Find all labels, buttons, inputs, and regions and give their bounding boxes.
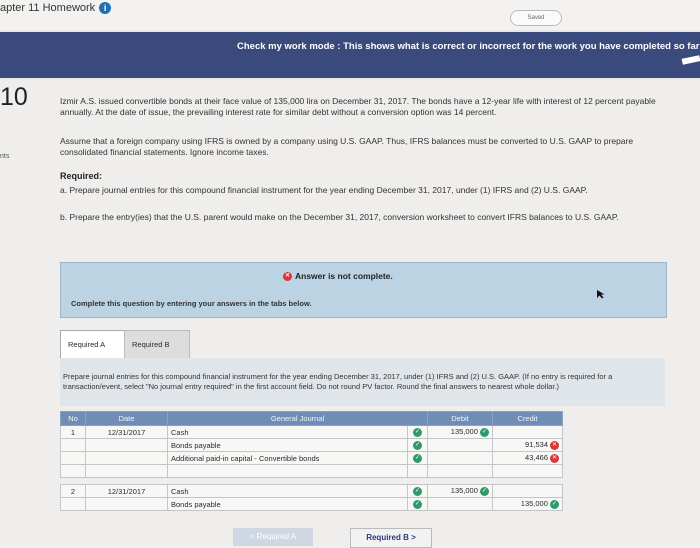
credit-cell[interactable] (492, 425, 563, 439)
arrow-icon (681, 55, 700, 65)
table-row (60, 464, 563, 478)
question-number: 10 (0, 83, 28, 111)
date-cell[interactable] (85, 497, 168, 511)
account-cell[interactable]: Cash (167, 484, 408, 498)
check-icon: ✓ (550, 499, 559, 509)
check-icon: ✓ (413, 486, 422, 496)
tab-required-b[interactable]: Required B (124, 330, 190, 360)
entry-number (60, 451, 86, 465)
info-icon[interactable]: i (99, 2, 112, 14)
check-icon: ✓ (480, 427, 489, 437)
account-cell[interactable]: Bonds payable (167, 438, 408, 452)
entry-number: 2 (60, 484, 86, 498)
instructions-box: Prepare journal entries for this compoun… (60, 358, 665, 406)
header-date: Date (85, 411, 168, 426)
debit-cell[interactable] (427, 438, 493, 452)
table-row: Bonds payable ✓ 91,534 ✕ (60, 438, 563, 452)
date-cell[interactable]: 12/31/2017 (85, 484, 168, 498)
credit-cell[interactable]: 135,000 ✓ (492, 497, 563, 511)
debit-cell[interactable] (427, 497, 493, 511)
check-icon: ✓ (413, 453, 422, 463)
x-circle-icon: ✕ (550, 440, 559, 450)
complete-message: Complete this question by entering your … (71, 299, 312, 308)
header-no: No (60, 411, 86, 426)
x-circle-icon: ✕ (550, 453, 559, 463)
next-required-b-button[interactable]: Required B > (350, 528, 432, 548)
account-cell[interactable]: Additional paid-in capital - Convertible… (167, 451, 408, 465)
date-cell[interactable] (85, 451, 168, 465)
requirement-a: a. Prepare journal entries for this comp… (60, 185, 588, 195)
header-debit: Debit (427, 411, 493, 426)
required-heading: Required: (60, 171, 103, 181)
answer-status: ✕ Answer is not complete. (283, 271, 393, 282)
instructions-text: Prepare journal entries for this compoun… (63, 372, 613, 391)
tab-required-a[interactable]: Required A (60, 330, 126, 359)
table-row: Additional paid-in capital - Convertible… (60, 451, 563, 465)
table-row: 1 12/31/2017 Cash ✓ 135,000 ✓ (60, 425, 563, 439)
question-paragraph-1: Izmir A.S. issued convertible bonds at t… (60, 96, 656, 117)
debit-cell[interactable]: 135,000 ✓ (427, 484, 493, 498)
requirement-b: b. Prepare the entry(ies) that the U.S. … (60, 212, 619, 222)
check-icon: ✓ (413, 427, 422, 437)
question-paragraph-2: Assume that a foreign company using IFRS… (60, 136, 634, 157)
entry-number (60, 438, 86, 452)
assignment-title: apter 11 Homework i (0, 2, 112, 14)
header-credit: Credit (492, 411, 563, 426)
prev-required-a-button[interactable]: < Required A (233, 528, 313, 546)
journal-table: No Date General Journal Debit Credit 1 1… (60, 411, 563, 511)
check-icon: ✓ (413, 440, 422, 450)
check-icon: ✓ (413, 499, 422, 509)
check-mode-text: Check my work mode : This shows what is … (237, 41, 700, 52)
answer-tabs: Required A Required B (60, 330, 190, 360)
account-cell[interactable]: Bonds payable (167, 497, 408, 511)
x-circle-icon: ✕ (283, 272, 292, 282)
journal-header-row: No Date General Journal Debit Credit (60, 411, 563, 426)
credit-cell[interactable]: 91,534 ✕ (492, 438, 563, 452)
header-general-journal: General Journal (167, 411, 428, 426)
check-icon: ✓ (480, 486, 489, 496)
table-row: 2 12/31/2017 Cash ✓ 135,000 ✓ (60, 484, 563, 498)
entry-number (60, 497, 86, 511)
saved-badge: Saved (510, 10, 562, 26)
date-cell[interactable] (85, 438, 168, 452)
debit-cell[interactable] (427, 451, 493, 465)
entry-number: 1 (60, 425, 86, 439)
debit-cell[interactable]: 135,000 ✓ (427, 425, 493, 439)
top-bar: apter 11 Homework i Saved (0, 0, 700, 30)
account-cell[interactable]: Cash (167, 425, 408, 439)
points-label: nts (0, 153, 10, 160)
date-cell[interactable]: 12/31/2017 (85, 425, 168, 439)
mouse-cursor-icon (597, 290, 605, 299)
credit-cell[interactable] (492, 484, 563, 498)
table-row: Bonds payable ✓ 135,000 ✓ (60, 497, 563, 511)
credit-cell[interactable]: 43,466 ✕ (492, 451, 563, 465)
answer-status-box: ✕ Answer is not complete. Complete this q… (60, 262, 667, 318)
check-my-work-banner: Check my work mode : This shows what is … (0, 32, 700, 78)
